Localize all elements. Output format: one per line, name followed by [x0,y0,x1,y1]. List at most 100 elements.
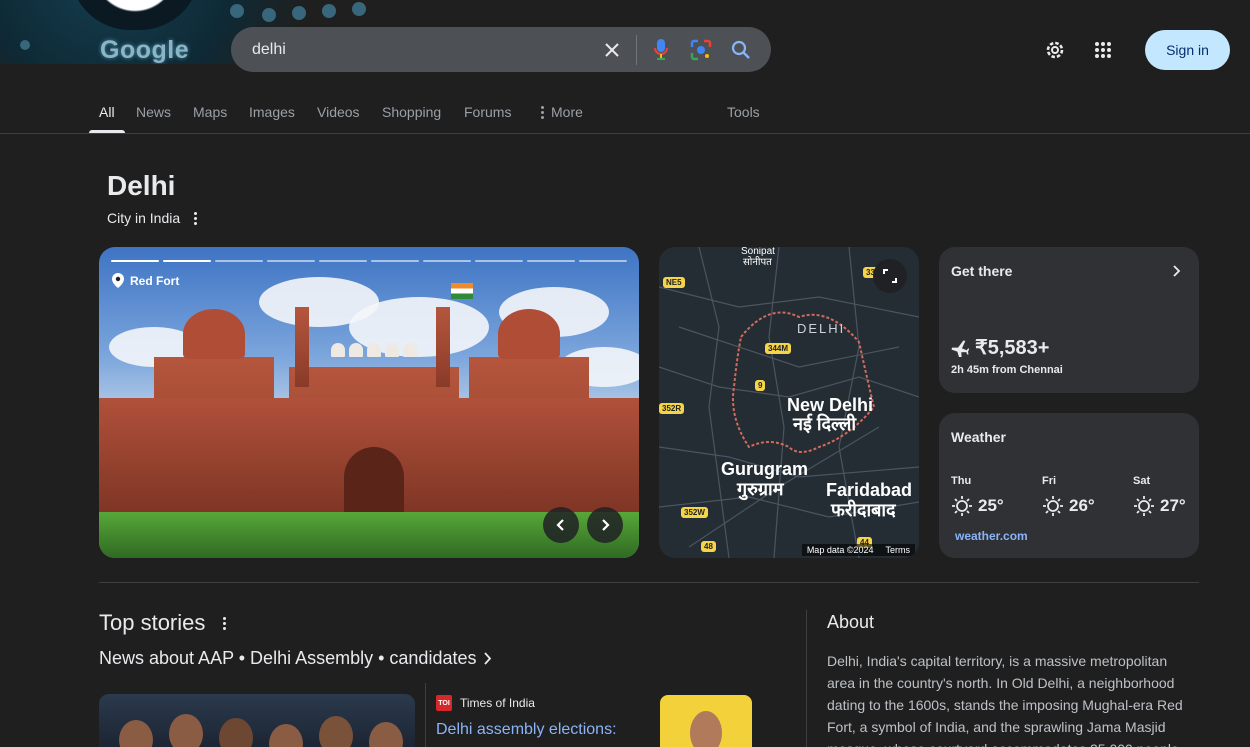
search-icon[interactable] [721,30,761,70]
story-image-figure [219,718,253,747]
carousel-next-button[interactable] [587,507,623,543]
sun-icon [952,496,972,516]
search-box[interactable]: delhi [231,27,771,72]
google-logo[interactable]: Google [100,36,189,64]
fort-white-dome [385,343,399,357]
microphone-icon[interactable] [641,30,681,70]
get-there-title: Get there [951,263,1013,279]
sun-icon [1043,496,1063,516]
fort-dome-right [498,309,560,359]
story-thumbnail[interactable] [660,695,752,747]
search-input[interactable]: delhi [252,41,592,59]
chevron-right-icon [602,519,610,531]
column-divider [806,610,807,747]
about-title: About [827,612,875,632]
map-label-sonipat-hi: सोनीपत [743,257,772,268]
fort-white-dome [403,343,417,357]
news-story-card[interactable]: TOI Times of India Delhi assembly electi… [425,683,752,747]
fort-minaret-right [436,307,450,387]
weather-day-temp-row: 26° [1042,495,1122,517]
clear-icon[interactable] [592,30,632,70]
map-label-gurugram-hi: गुरुग्राम [737,479,784,499]
settings-gear-icon[interactable] [1035,30,1075,70]
map-label-faridabad-hi: फरीदाबाद [831,500,896,520]
map-terms-link[interactable]: Terms [886,545,911,555]
tab-maps[interactable]: Maps [193,104,227,120]
story-source: TOI Times of India [436,695,535,711]
sign-in-button[interactable]: Sign in [1145,30,1230,70]
tab-images[interactable]: Images [249,104,295,120]
tab-more[interactable]: More [537,104,583,120]
indian-flag [451,283,473,299]
weather-day: Sat 27° [1133,475,1213,517]
flight-price: ₹5,583+ [975,337,1050,359]
flight-price-row: ₹5,583+ [951,335,1049,360]
map-label-new-delhi: New Delhi [787,395,874,415]
location-pin-icon [112,273,124,288]
fort-white-dome [331,343,345,357]
google-apps-grid-icon[interactable] [1083,30,1123,70]
tab-news[interactable]: News [136,104,171,120]
story-headline[interactable]: Delhi assembly elections: [436,721,617,739]
top-stories-options-icon[interactable] [219,616,229,630]
map-label-sonipat: Sonipat [741,247,775,257]
entity-options-icon[interactable] [190,211,200,225]
top-stories-topic-link[interactable]: News about AAP • Delhi Assembly • candid… [99,648,492,669]
sun-icon [1134,496,1154,516]
top-stories-subtitle: News about AAP • Delhi Assembly • candid… [99,648,477,668]
weather-temp: 27° [1160,496,1186,515]
flight-detail: 2h 45m from Chennai [951,364,1063,376]
entity-subtitle: City in India [107,210,181,226]
fort-white-dome [349,343,363,357]
carousel-progress [111,260,627,262]
tab-all[interactable]: All [99,104,115,120]
weather-day-name: Sat [1133,475,1151,487]
story-image-figure [369,722,403,747]
weather-card[interactable]: Weather Thu 25° Fri 26° Sat 27° weather.… [939,413,1199,558]
carousel-prev-button[interactable] [543,507,579,543]
fort-dome-left [183,309,245,359]
story-image-figure [319,716,353,747]
tab-shopping[interactable]: Shopping [382,104,441,120]
photo-label-text: Red Fort [130,273,180,288]
story-thumbnail-figure [690,711,722,747]
road-tag: 352W [681,507,708,518]
chevron-right-icon [484,652,492,665]
expand-icon [883,269,897,283]
airplane-icon [951,339,969,357]
google-lens-icon[interactable] [681,30,721,70]
road-tag: 9 [755,380,766,391]
story-image[interactable] [99,694,415,747]
about-description: Delhi, India's capital territory, is a m… [827,653,1183,747]
fort-minaret-left [295,307,309,387]
weather-day-temp-row: 25° [951,495,1031,517]
road-tag: 352R [659,403,685,414]
chevron-right-icon [1173,265,1181,277]
tab-forums[interactable]: Forums [464,104,511,120]
photo-carousel[interactable]: Red Fort [99,247,639,558]
fort-gate-arch [344,447,404,517]
map-label-gurugram: Gurugram [721,459,809,479]
tab-more-label: More [551,104,583,120]
entity-subtitle-row: City in India [107,210,200,226]
weather-day-name: Thu [951,475,972,487]
photo-location-label: Red Fort [112,273,179,288]
tools-button[interactable]: Tools [727,104,760,120]
map-attribution: Map data ©2024 Terms [801,544,915,556]
map-credit-text: Map data ©2024 [806,545,874,555]
weather-day: Thu 25° [951,475,1031,517]
map-expand-button[interactable] [873,259,907,293]
tab-videos[interactable]: Videos [317,104,360,120]
road-tag: 48 [701,541,716,552]
search-tabs: All News Maps Images Videos Shopping For… [0,90,1250,134]
weather-title: Weather [951,429,1006,445]
active-tab-indicator [89,130,125,133]
story-image-figure [269,724,303,747]
weather-day: Fri 26° [1042,475,1122,517]
map-label-faridabad: Faridabad [826,480,913,500]
story-image-figure [169,714,203,747]
weather-source-link[interactable]: weather.com [955,529,1028,543]
weather-day-temp-row: 27° [1133,495,1213,517]
get-there-card[interactable]: Get there ₹5,583+ 2h 45m from Chennai [939,247,1199,393]
map-preview[interactable]: Sonipat सोनीपत DELHI New Delhi नई दिल्ली… [659,247,919,558]
